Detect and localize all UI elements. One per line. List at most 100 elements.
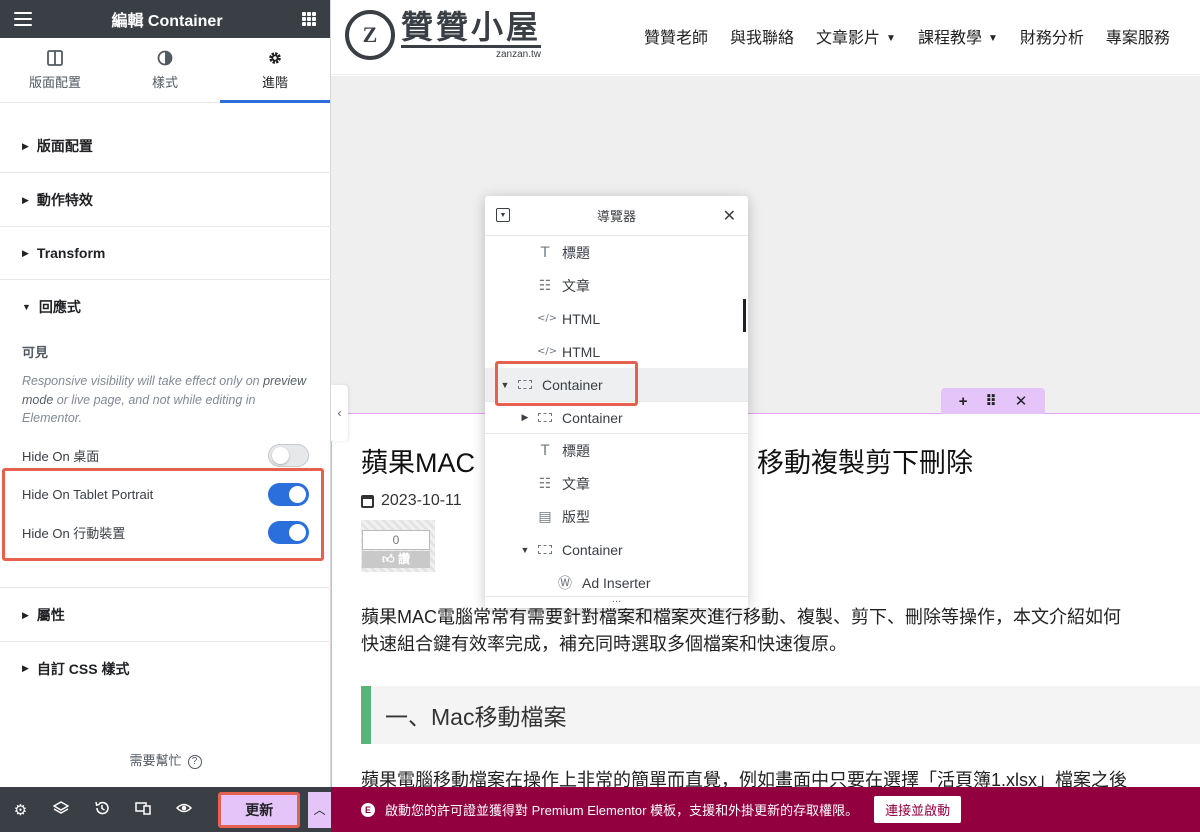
- hide-desktop-row: Hide On 桌面: [22, 444, 309, 467]
- help-link[interactable]: 需要幫忙?: [0, 750, 331, 769]
- navigator-header[interactable]: ▼ 導覽器 ✕: [485, 196, 748, 236]
- intro-line: 蘋果MAC電腦常常有需要針對檔案和檔案夾進行移動、複製、剪下、刪除等操作，本文介…: [361, 607, 1121, 627]
- section-custom-css[interactable]: ▶ 自訂 CSS 樣式: [0, 642, 331, 695]
- question-icon: ?: [187, 754, 202, 769]
- navigator-panel: ▼ 導覽器 ✕ T 標題 ☷ 文章 </> HTML </> HTML ▼ Container ▶ C…: [485, 196, 748, 608]
- caret-down-icon: ▼: [987, 33, 998, 45]
- chevron-up-icon[interactable]: ︿: [308, 791, 331, 828]
- nav-item[interactable]: 財務分析: [1020, 24, 1084, 48]
- section-title: 版面配置: [36, 138, 93, 154]
- gear-icon: [267, 50, 283, 66]
- nav-item[interactable]: 專案服務: [1106, 24, 1170, 48]
- section-attributes[interactable]: ▶ 屬性: [0, 589, 331, 642]
- add-icon[interactable]: +: [959, 393, 968, 410]
- help-label: 需要幫忙: [129, 753, 182, 768]
- editor-panel: 編輯 Container 版面配置 樣式 進階 ▶ 版面配置 ▶ 動作特效 ▶ Tra…: [0, 0, 331, 832]
- navigator-title: 導覽器: [596, 209, 636, 224]
- hide-desktop-toggle[interactable]: [268, 444, 309, 467]
- note-text: Responsive visibility will take effect o…: [22, 374, 264, 388]
- title-part: 移動複製剪下刪除: [757, 448, 973, 478]
- eye-icon[interactable]: [163, 800, 204, 820]
- panel-collapse-handle[interactable]: ‹: [331, 385, 348, 441]
- nav-item[interactable]: 贊贊老師: [644, 24, 708, 48]
- caret-down-icon[interactable]: ▼: [499, 380, 511, 390]
- logo-text: 贊贊小屋 zanzan.tw: [401, 9, 542, 60]
- template-icon: ▤: [538, 508, 552, 525]
- tab-layout[interactable]: 版面配置: [0, 38, 110, 102]
- note-text: or live page, and not while editing in E…: [22, 392, 256, 426]
- drag-handle-icon[interactable]: ⠿: [985, 392, 997, 410]
- nav-item-dropdown[interactable]: 文章影片 ▼: [816, 24, 896, 48]
- title-part: 蘋果MAC: [361, 448, 475, 478]
- navigator-item[interactable]: ▼ Container: [485, 533, 748, 566]
- connect-activate-button[interactable]: 連接並啟動: [874, 796, 962, 823]
- hide-mobile-toggle[interactable]: [268, 521, 309, 544]
- empty-section[interactable]: [331, 76, 1200, 414]
- caret-right-icon: ▶: [22, 247, 29, 258]
- logo-mark: Z: [345, 9, 395, 60]
- nav-label: 課程教學: [917, 30, 982, 47]
- responsive-note: Responsive visibility will take effect o…: [22, 372, 312, 428]
- tab-advanced[interactable]: 進階: [220, 38, 330, 103]
- close-icon[interactable]: ✕: [1015, 392, 1028, 410]
- close-icon[interactable]: ✕: [723, 206, 736, 226]
- navigator-item-label: HTML: [562, 343, 601, 360]
- code-icon: </>: [537, 313, 558, 324]
- widgets-grid-icon[interactable]: [302, 12, 316, 26]
- navigator-item[interactable]: </> HTML: [485, 302, 748, 335]
- navigator-scrollbar[interactable]: [743, 299, 746, 332]
- section-title: 屬性: [36, 607, 65, 623]
- navigator-item[interactable]: ▼ Container: [485, 368, 748, 401]
- caret-down-icon[interactable]: ▼: [519, 545, 531, 555]
- navigator-item-label: Container: [562, 409, 623, 426]
- container-icon: [517, 377, 533, 393]
- hide-mobile-row: Hide On 行動裝置: [22, 521, 309, 544]
- panel-title: 編輯 Container: [111, 13, 223, 30]
- navigator-item-label: HTML: [562, 310, 601, 327]
- hide-tablet-toggle[interactable]: [268, 483, 309, 506]
- navigator-item[interactable]: ▤ 版型: [485, 500, 748, 533]
- site-header: Z 贊贊小屋 zanzan.tw 贊贊老師 與我聯絡 文章影片 ▼ 課程教學 ▼ 財…: [331, 0, 1200, 75]
- like-count: 0: [362, 530, 430, 550]
- navigator-item[interactable]: </> HTML: [485, 335, 748, 368]
- navigator-item-label: 文章: [562, 277, 590, 294]
- container-handle: + ⠿ ✕: [941, 388, 1045, 414]
- menu-icon[interactable]: [14, 12, 32, 26]
- chevron-left-icon: ‹: [337, 406, 342, 420]
- tab-label: 樣式: [151, 74, 178, 90]
- layers-icon[interactable]: [41, 800, 82, 820]
- site-logo[interactable]: Z 贊贊小屋 zanzan.tw: [345, 9, 542, 60]
- section-responsive-header[interactable]: ▼ 回應式: [0, 281, 331, 333]
- update-button[interactable]: 更新: [218, 791, 301, 828]
- navigator-item[interactable]: ▶ Container: [485, 401, 748, 434]
- navigator-item[interactable]: ☷ 文章: [485, 467, 748, 500]
- resize-handle[interactable]: …: [485, 595, 748, 608]
- thumbs-up-icon: 👍︎: [382, 552, 395, 566]
- tab-label: 進階: [261, 74, 288, 90]
- toggle-label: Hide On 桌面: [22, 449, 100, 464]
- like-button[interactable]: 👍︎ 讚: [362, 551, 430, 568]
- gear-icon[interactable]: ⚙: [0, 801, 41, 819]
- responsive-icon[interactable]: [123, 800, 164, 820]
- navigator-item[interactable]: T 標題: [485, 236, 748, 269]
- navigator-item[interactable]: ☷ 文章: [485, 269, 748, 302]
- post-date: 2023-10-11: [361, 492, 462, 510]
- section-responsive: ▼ 回應式 可見 Responsive visibility will take …: [0, 281, 331, 588]
- section-title: 回應式: [38, 299, 81, 315]
- navigator-item-label: 文章: [562, 475, 590, 492]
- section-motion-effects[interactable]: ▶ 動作特效: [0, 174, 331, 227]
- section-layout[interactable]: ▶ 版面配置: [0, 120, 331, 173]
- caret-down-icon: ▼: [886, 33, 896, 45]
- section-heading: 一、Mac移動檔案: [361, 686, 1200, 744]
- nav-label: 文章影片: [816, 30, 881, 47]
- section-transform[interactable]: ▶ Transform: [0, 227, 331, 280]
- collapse-all-icon[interactable]: ▼: [496, 208, 510, 222]
- nav-item-dropdown[interactable]: 課程教學 ▼: [918, 24, 998, 48]
- nav-item[interactable]: 與我聯絡: [730, 24, 794, 48]
- tab-style[interactable]: 樣式: [110, 38, 220, 102]
- history-icon[interactable]: [82, 800, 123, 820]
- container-icon: [537, 410, 553, 426]
- caret-right-icon[interactable]: ▶: [519, 412, 531, 423]
- navigator-item[interactable]: T 標題: [485, 434, 748, 467]
- post-body: 蘋果電腦移動檔案在操作上非常的簡單而直覺，例如畫面中只要在選擇「活頁簿1.xls…: [361, 770, 1128, 787]
